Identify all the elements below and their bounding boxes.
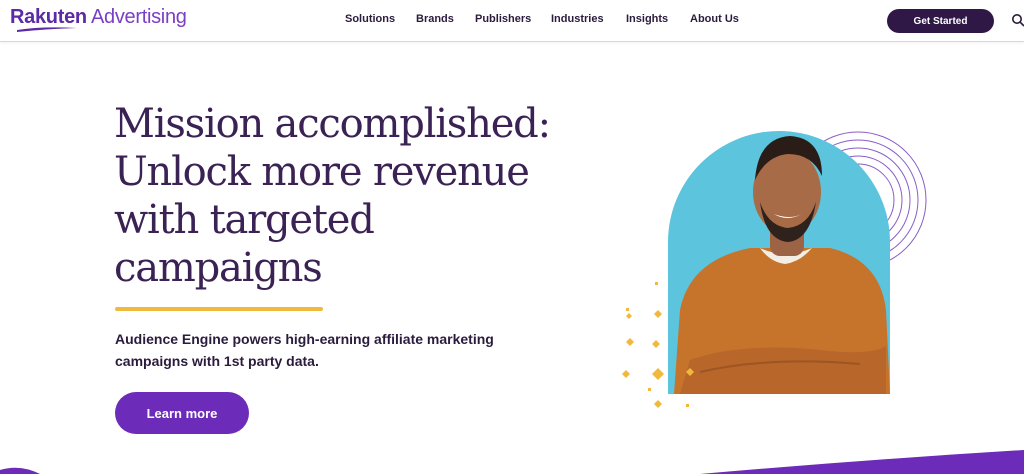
search-icon[interactable] [1011,13,1024,27]
nav-about-us[interactable]: About Us [690,13,739,25]
site-header: Rakuten Advertising Solutions Brands Pub… [0,0,1024,42]
nav-publishers[interactable]: Publishers [475,13,531,25]
nav-solutions[interactable]: Solutions [345,13,395,25]
nav-brands[interactable]: Brands [416,13,454,25]
nav-insights[interactable]: Insights [626,13,668,25]
hero-subtext: Audience Engine powers high-earning affi… [115,331,494,369]
logo-swoosh-icon [17,27,77,32]
learn-more-button[interactable]: Learn more [115,392,249,434]
hero-illustration [622,131,927,408]
hero-headline: Mission accomplished: Unlock more revenu… [114,101,551,291]
headline-underline [115,307,323,311]
nav-industries[interactable]: Industries [551,13,604,25]
bottom-purple-wave [0,450,1024,474]
get-started-button[interactable]: Get Started [887,9,994,33]
